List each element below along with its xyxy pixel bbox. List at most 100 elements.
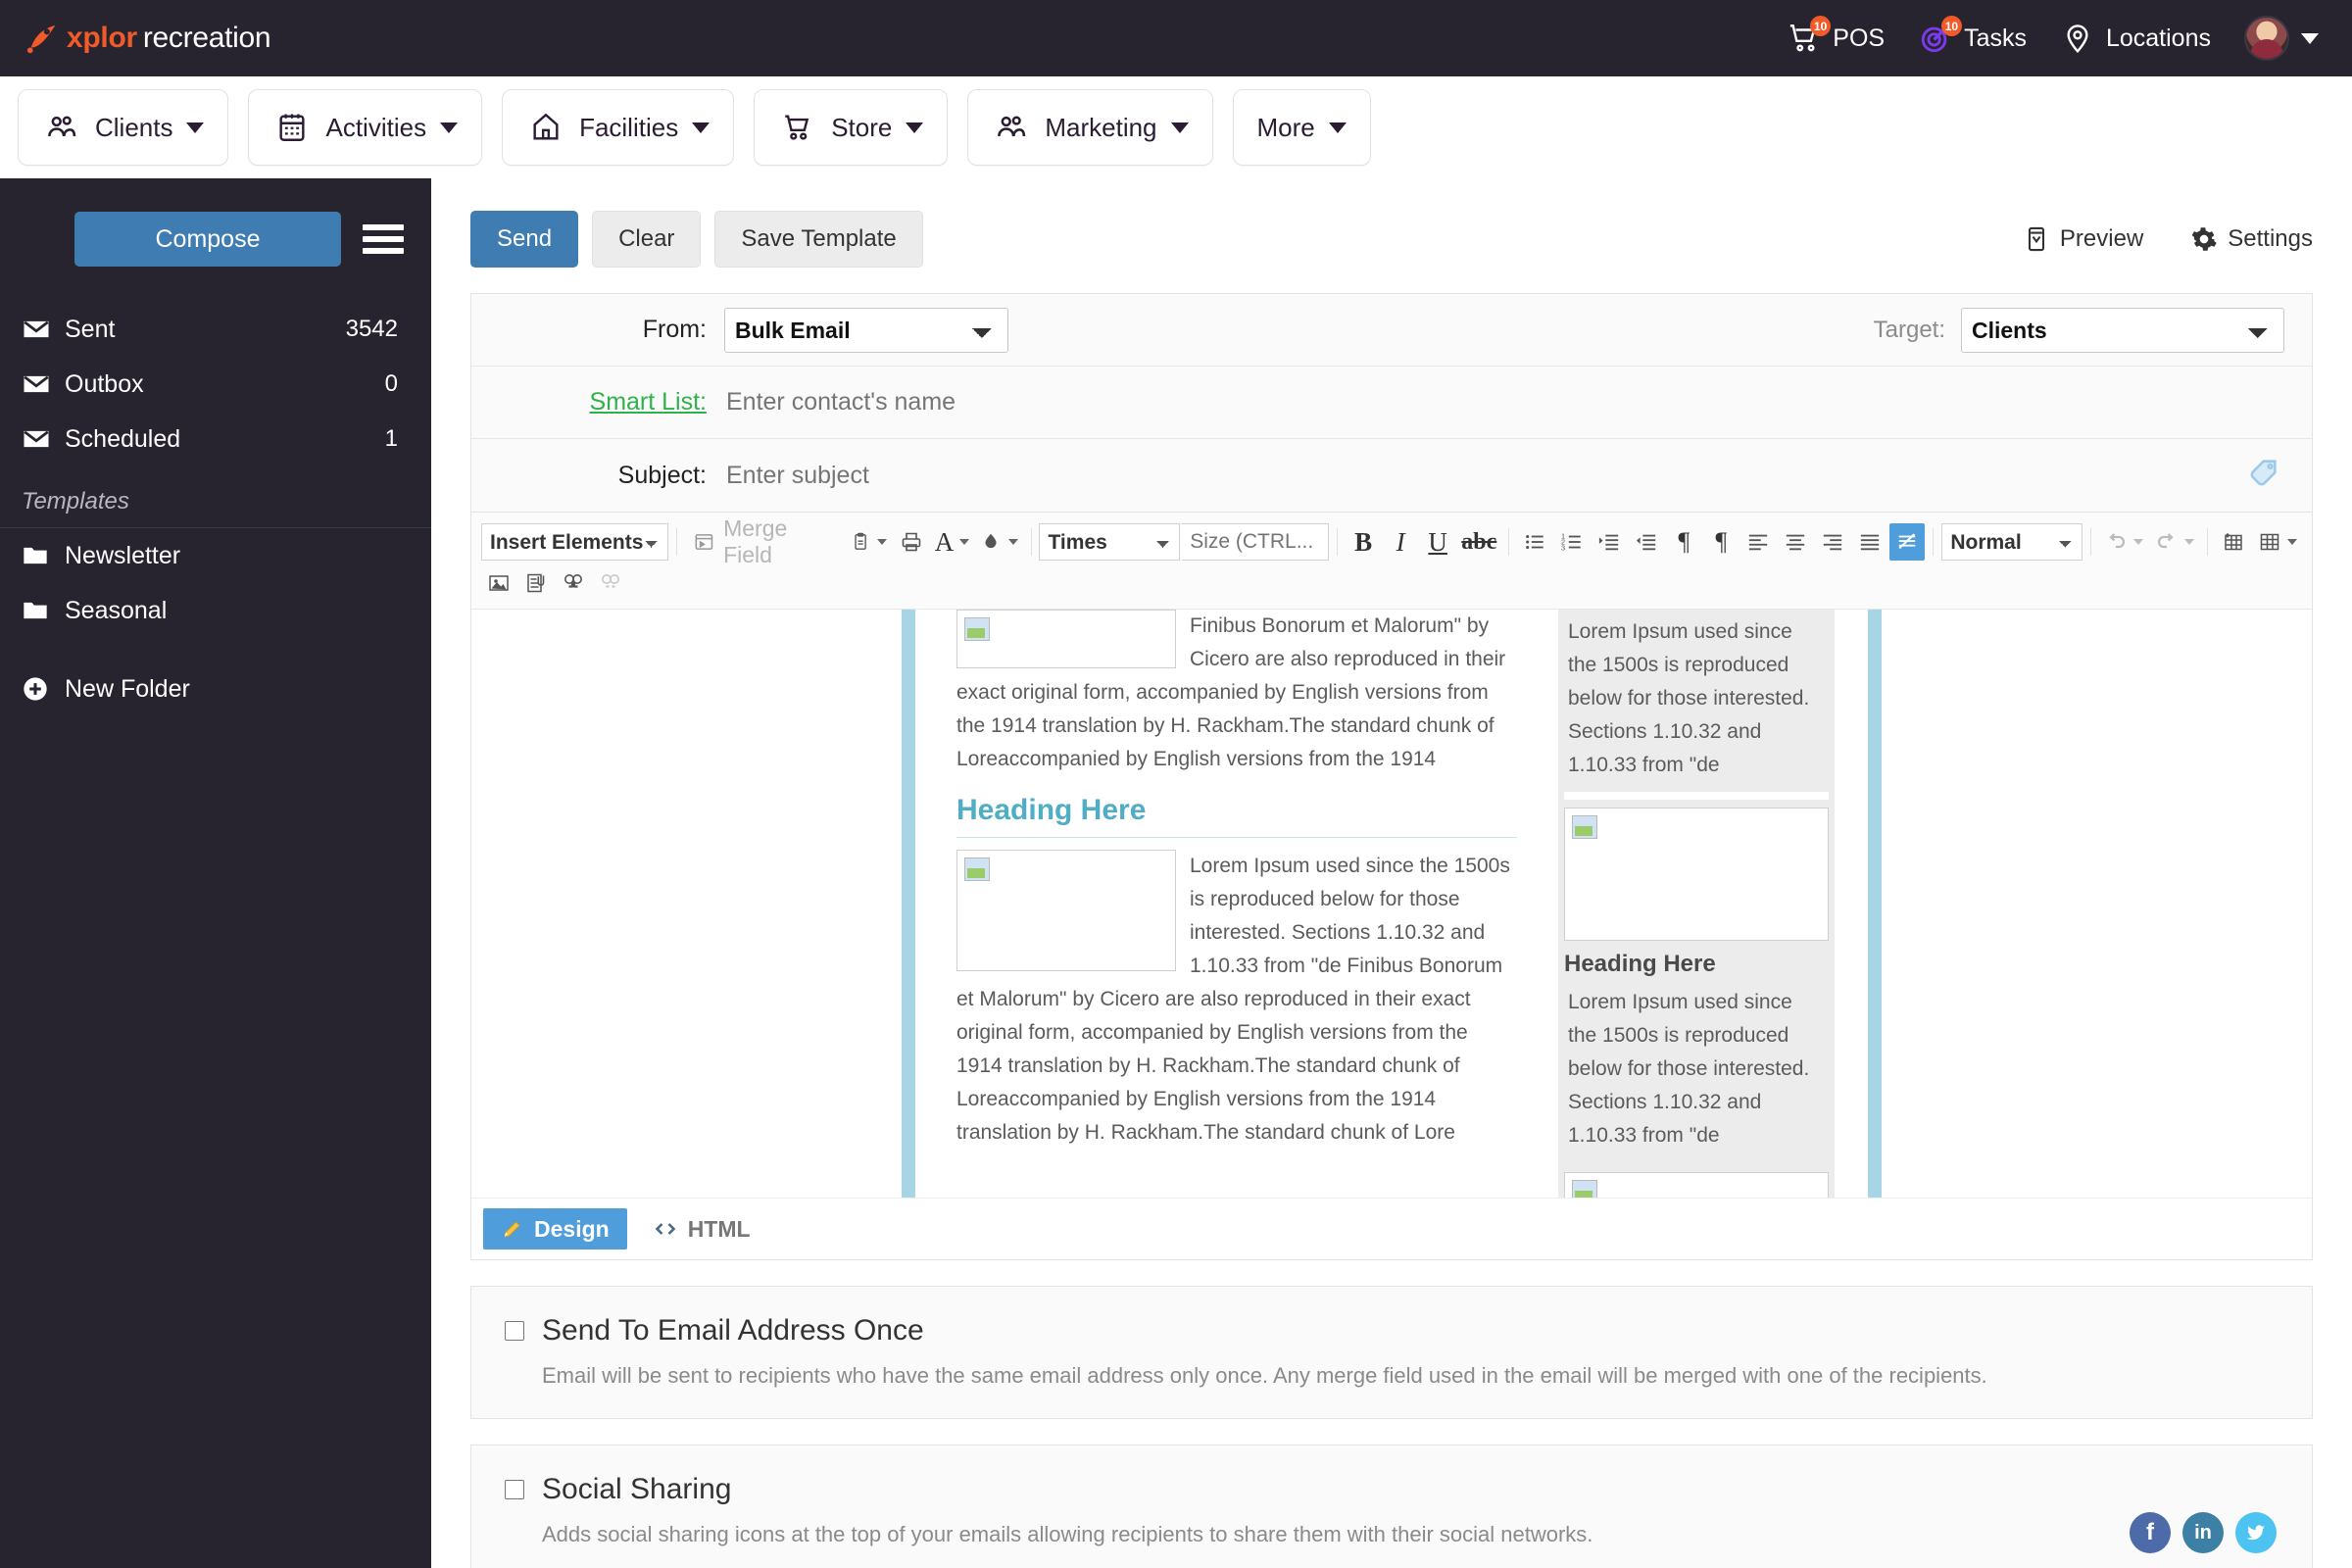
email-image-placeholder-mid[interactable]: [956, 850, 1176, 971]
pos-label: POS: [1833, 24, 1886, 52]
send-once-checkbox[interactable]: [505, 1321, 524, 1341]
insert-image-button[interactable]: [481, 564, 516, 602]
nav-store[interactable]: Store: [754, 89, 949, 166]
twitter-icon[interactable]: [2235, 1512, 2277, 1553]
email-image-placeholder-right-2[interactable]: [1564, 1172, 1829, 1198]
target-icon: 10: [1918, 16, 1963, 56]
nav-clients[interactable]: Clients: [18, 89, 229, 166]
sidebar-item-seasonal-label: Seasonal: [65, 596, 168, 624]
nav-more[interactable]: More: [1232, 89, 1371, 166]
insert-link-button[interactable]: [556, 564, 591, 602]
settings-button[interactable]: Settings: [2190, 225, 2313, 253]
social-sharing-checkbox[interactable]: [505, 1480, 524, 1499]
bold-button[interactable]: B: [1346, 523, 1381, 561]
tasks-button[interactable]: 10 Tasks: [1918, 16, 2027, 56]
font-size-input[interactable]: [1182, 523, 1330, 561]
linkedin-icon[interactable]: in: [2182, 1512, 2224, 1553]
outdent-button[interactable]: [1629, 523, 1664, 561]
facebook-icon[interactable]: f: [2130, 1512, 2171, 1553]
sidebar-item-sent[interactable]: Sent 3542: [0, 302, 431, 357]
email-image-placeholder-right[interactable]: [1564, 808, 1829, 941]
highlight-button[interactable]: [975, 523, 1022, 561]
numbered-list-button[interactable]: 1 2 3: [1554, 523, 1590, 561]
tab-design[interactable]: Design: [483, 1208, 627, 1250]
align-left-button[interactable]: [1740, 523, 1776, 561]
nav-marketing[interactable]: Marketing: [967, 89, 1213, 166]
nav-more-label: More: [1256, 112, 1315, 142]
chevron-down-icon: [2133, 539, 2144, 545]
subject-label: Subject:: [617, 461, 707, 489]
remove-format-button[interactable]: [1889, 523, 1926, 561]
email-right-column: Lorem Ipsum used since the 1500s is repr…: [1558, 610, 1835, 1198]
insert-document-button[interactable]: [518, 564, 554, 602]
align-justify-button[interactable]: [1852, 523, 1887, 561]
pencil-icon: [504, 1221, 520, 1238]
align-right-button[interactable]: [1815, 523, 1850, 561]
align-justify-icon: [1861, 534, 1880, 551]
envelope-icon: [22, 369, 65, 399]
paste-button[interactable]: [846, 523, 891, 561]
clear-button[interactable]: Clear: [592, 211, 702, 268]
settings-label: Settings: [2228, 225, 2313, 252]
pilcrow-plus-icon: ¶: [1715, 527, 1728, 556]
italic-button[interactable]: I: [1383, 523, 1418, 561]
align-center-icon: [1787, 534, 1805, 551]
paragraph-add-button[interactable]: ¶: [1703, 523, 1739, 561]
sidebar-item-outbox[interactable]: Outbox 0: [0, 357, 431, 412]
font-family-select[interactable]: Times: [1039, 523, 1181, 561]
new-folder-button[interactable]: New Folder: [0, 662, 431, 716]
from-select[interactable]: Bulk Email: [724, 307, 1008, 353]
image-icon: [489, 575, 509, 591]
sidebar-item-outbox-label: Outbox: [65, 369, 144, 398]
sidebar-item-scheduled-count: 1: [384, 425, 398, 452]
preview-button[interactable]: Preview: [2023, 225, 2143, 253]
smart-list-link[interactable]: Smart List:: [499, 388, 724, 416]
email-top-block: Finibus Bonorum et Malorum" by Cicero ar…: [956, 610, 1517, 776]
nav-activities[interactable]: Activities: [248, 89, 483, 166]
user-menu[interactable]: [2244, 16, 2319, 61]
insert-elements-select[interactable]: Insert Elements: [481, 523, 669, 561]
tab-html[interactable]: HTML: [635, 1208, 768, 1250]
strikethrough-button[interactable]: abc: [1457, 523, 1500, 561]
insert-table-button[interactable]: [2216, 523, 2251, 561]
insert-table-icon: [2225, 533, 2242, 551]
sidebar-item-scheduled[interactable]: Scheduled 1: [0, 412, 431, 466]
brand-logo[interactable]: xplor recreation: [25, 20, 271, 57]
redo-button[interactable]: [2150, 523, 2199, 561]
print-button[interactable]: [894, 523, 929, 561]
paragraph-direction-button[interactable]: ¶: [1666, 523, 1701, 561]
sidebar-item-newsletter[interactable]: Newsletter: [0, 528, 431, 583]
compose-button[interactable]: Compose: [74, 212, 341, 267]
target-wrap: Target: Clients: [1874, 307, 2284, 353]
remove-link-button[interactable]: [593, 564, 628, 602]
attachment-tag-icon[interactable]: [2247, 457, 2284, 494]
email-canvas[interactable]: Finibus Bonorum et Malorum" by Cicero ar…: [471, 610, 2312, 1198]
undo-button[interactable]: [2099, 523, 2148, 561]
numbered-list-icon: 1 2 3: [1561, 531, 1582, 552]
email-accent-strip-right: [1868, 610, 1882, 1198]
locations-button[interactable]: Locations: [2060, 21, 2211, 56]
send-button[interactable]: Send: [470, 211, 579, 268]
merge-field-button[interactable]: Merge Field: [685, 515, 844, 567]
smart-list-input[interactable]: [724, 387, 2284, 417]
nav-clients-label: Clients: [95, 112, 173, 142]
indent-button[interactable]: [1592, 523, 1627, 561]
pos-button[interactable]: 10 POS: [1787, 16, 1886, 56]
nav-facilities[interactable]: Facilities: [502, 89, 735, 166]
subject-input[interactable]: [724, 460, 2247, 491]
chevron-down-icon: [876, 539, 887, 545]
top-brand-bar: xplor recreation 10 POS 10 Tasks Locatio…: [0, 0, 2352, 76]
align-center-button[interactable]: [1778, 523, 1813, 561]
table-properties-button[interactable]: [2253, 523, 2302, 561]
sidebar-item-seasonal[interactable]: Seasonal: [0, 583, 431, 638]
target-select[interactable]: Clients: [1961, 307, 2284, 353]
font-color-button[interactable]: A: [931, 523, 974, 561]
bullet-list-button[interactable]: [1517, 523, 1552, 561]
email-image-placeholder-top[interactable]: [956, 610, 1176, 668]
menu-icon[interactable]: [363, 224, 404, 254]
underline-button[interactable]: U: [1420, 523, 1455, 561]
paint-drop-icon: [985, 533, 998, 549]
chevron-down-icon: [1170, 122, 1189, 133]
paragraph-style-select[interactable]: Normal: [1941, 523, 2083, 561]
save-template-button[interactable]: Save Template: [714, 211, 923, 268]
